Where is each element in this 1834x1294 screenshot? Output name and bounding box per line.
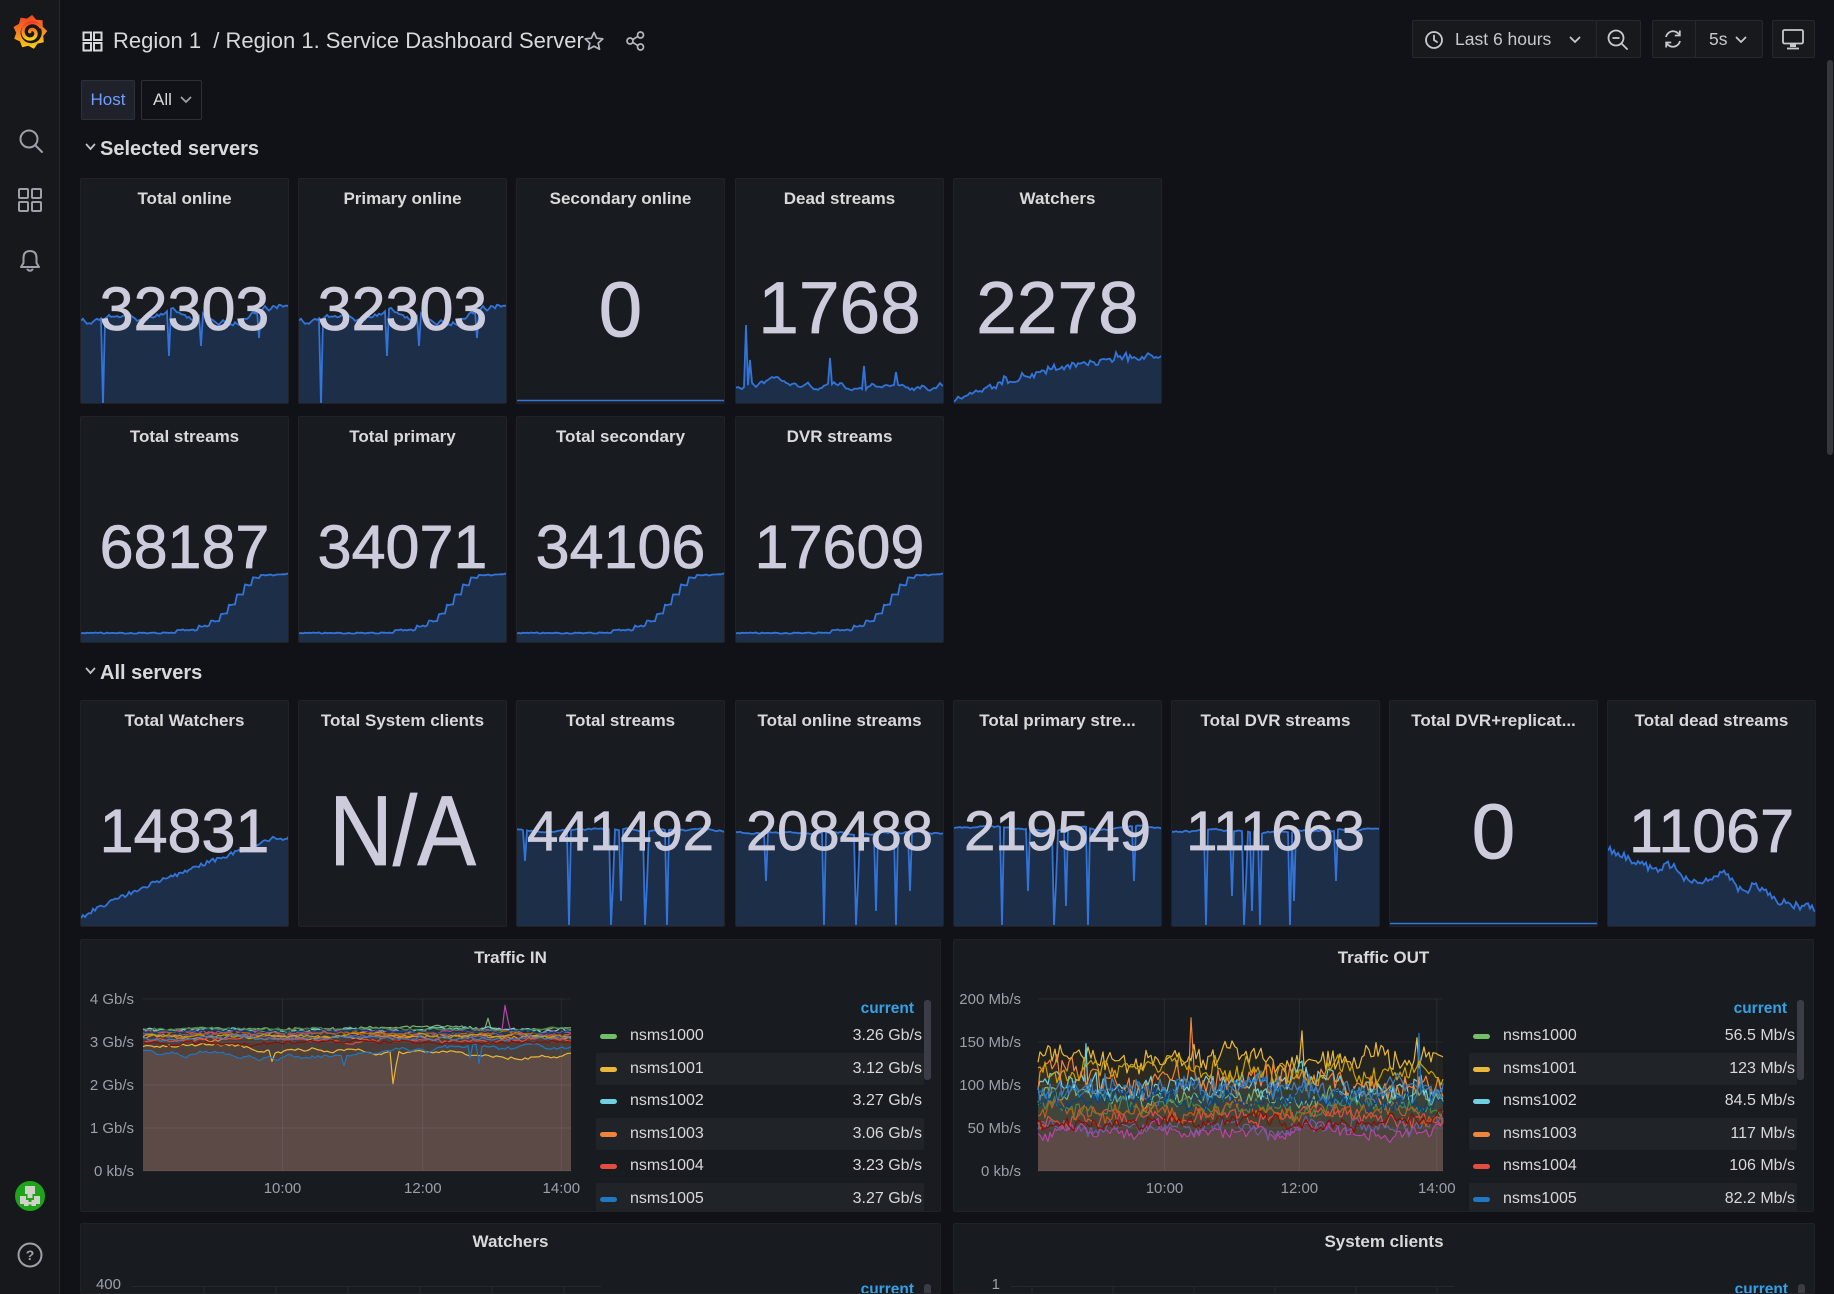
svg-text:?: ? <box>26 1247 35 1263</box>
